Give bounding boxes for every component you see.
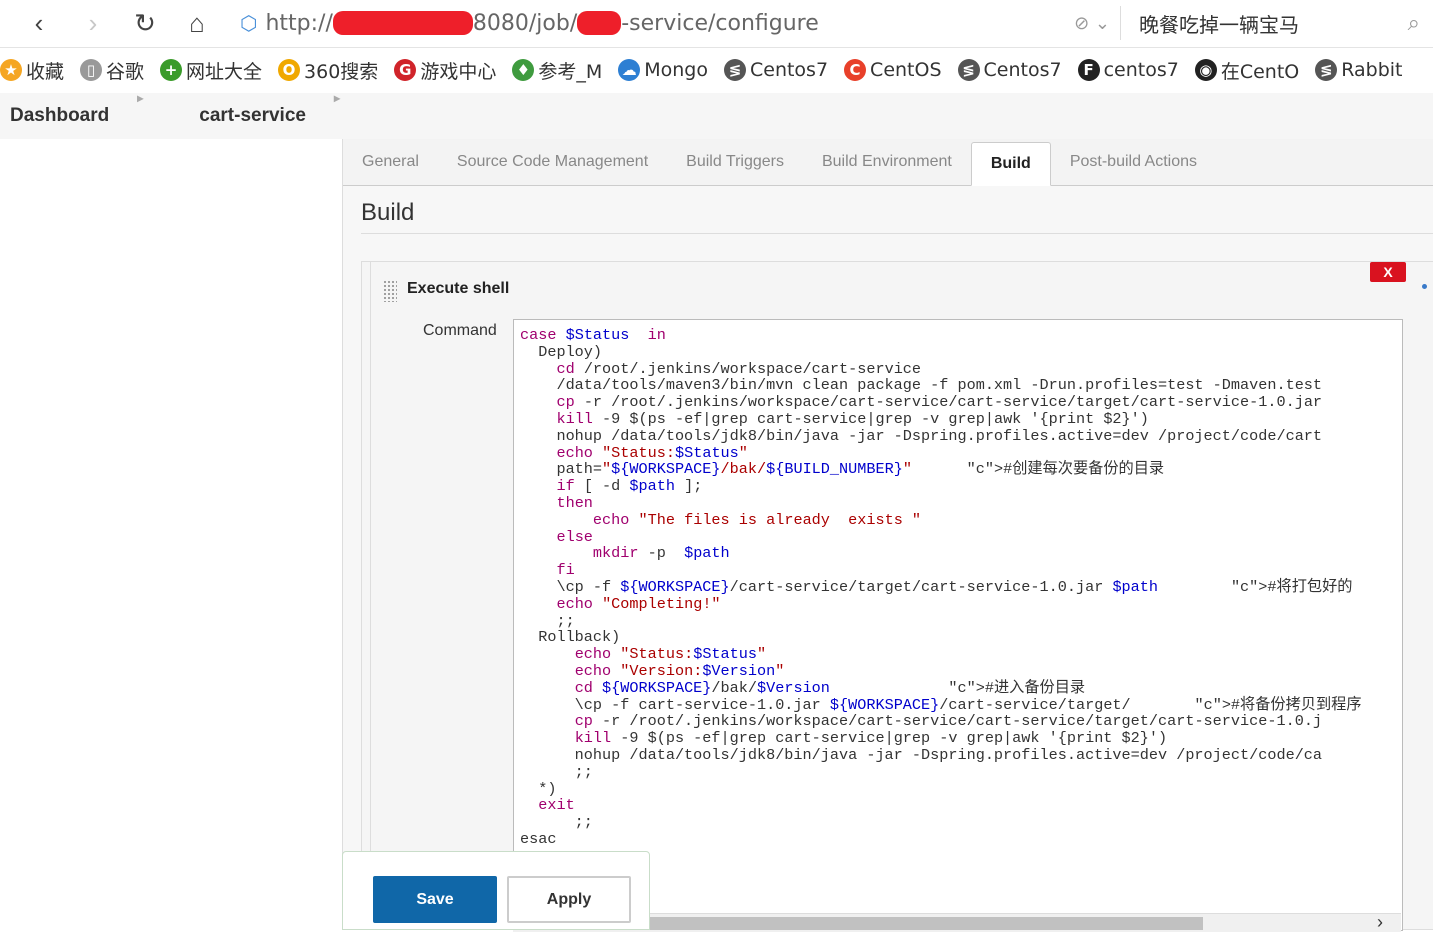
section-title: Build [361,199,415,226]
bookmark-icon: ♦ [512,59,535,81]
bookmark-item[interactable]: ≶ Centos7 [957,59,1062,81]
bookmark-label: 收藏 [26,60,65,83]
config-tabs: General Source Code Management Build Tri… [343,139,1433,186]
form-button-bar: Save Apply [342,851,650,930]
tab-build-triggers[interactable]: Build Triggers [667,139,803,185]
side-panel [0,139,342,928]
bookmark-icon: ≶ [723,59,746,81]
section-divider [361,233,1433,234]
breadcrumb: Dashboard ▸ cart-service ▸ [0,91,1433,139]
redaction-mark [577,11,622,35]
bookmark-item[interactable]: ◉ 在CentO [1194,57,1300,84]
search-icon[interactable]: ⌕ [1408,11,1420,36]
save-button[interactable]: Save [373,876,497,923]
breadcrumb-dashboard[interactable]: Dashboard [0,105,109,127]
bookmark-item[interactable]: ≶ Rabbit [1315,59,1403,81]
bookmark-label: Centos7 [983,59,1062,81]
bookmark-icon: G [394,59,417,81]
bookmark-label: 参考_M [538,60,603,83]
command-label: Command [423,322,497,339]
bookmark-item[interactable]: + 网址大全 [160,57,262,84]
bookmark-label: 游戏中心 [420,60,497,83]
bookmark-icon: O [278,59,301,81]
breadcrumb-job[interactable]: cart-service [189,105,306,127]
browser-search-box[interactable]: 晚餐吃掉一辆宝马 ⌕ [1120,6,1420,40]
tab-post-build-actions[interactable]: Post-build Actions [1051,139,1216,185]
forward-icon[interactable]: › [76,6,110,40]
bookmark-label: centos7 [1103,59,1179,81]
bookmark-item[interactable]: O 360搜索 [278,57,378,84]
bookmark-item[interactable]: ▯ 谷歌 [80,57,144,84]
breadcrumb-separator-icon: ▸ [333,91,341,105]
bookmark-item[interactable]: C CentOS [844,59,942,81]
bookmark-icon: + [160,59,183,81]
command-textarea[interactable]: case $Status in Deploy) cd /root/.jenkin… [513,319,1403,931]
bookmarks-bar: ★ 收藏 ▯ 谷歌 + 网址大全 O 360搜索 G 游戏中心 ♦ 参考_M ☁ Mongo ≶ Centos… [0,47,1433,94]
config-panel: General Source Code Management Build Tri… [342,139,1433,932]
bookmark-icon: ★ [0,59,22,81]
bookmark-item[interactable]: ☁ Mongo [618,59,708,81]
tab-general[interactable]: General [343,139,438,185]
address-bar[interactable]: ⬡ http:// 8080/job/ -service/configure ⊘… [240,6,1110,40]
drag-handle-icon[interactable] [383,280,397,302]
bookmark-icon: ☁ [618,59,641,81]
bookmark-item[interactable]: ≶ Centos7 [723,59,829,81]
bookmark-icon: C [844,59,867,81]
bookmark-icon: F [1077,59,1100,81]
address-prefix: http:// [265,10,333,36]
bookmark-item[interactable]: ♦ 参考_M [512,57,602,84]
back-icon[interactable]: ‹ [22,6,56,40]
bookmark-label: 360搜索 [304,60,379,83]
bookmark-icon: ≶ [957,59,980,81]
step-body: Execute shell X Command case $Status in … [370,262,1433,932]
bookmark-label: Rabbit [1341,59,1403,81]
scroll-right-icon[interactable]: › [1377,912,1383,933]
bookmark-item[interactable]: G 游戏中心 [394,57,496,84]
compat-icon[interactable]: ⊘ ⌄ [1074,13,1110,34]
bookmark-label: 谷歌 [106,60,145,83]
bookmark-label: CentOS [870,59,942,81]
breadcrumb-separator-icon: ▸ [137,91,144,105]
apply-button[interactable]: Apply [507,876,631,923]
bookmark-icon: ◉ [1194,59,1217,81]
delete-step-button[interactable]: X [1370,262,1406,282]
bookmark-icon: ≶ [1315,59,1338,81]
browser-search-text: 晚餐吃掉一辆宝马 [1139,12,1299,37]
command-code[interactable]: case $Status in Deploy) cd /root/.jenkin… [514,320,1402,855]
step-title: Execute shell [407,280,510,297]
address-mid: 8080/job/ [472,10,578,36]
security-icon: ⬡ [240,11,258,35]
bookmark-label: Mongo [644,59,708,81]
tab-source-code-management[interactable]: Source Code Management [438,139,667,185]
bookmark-item[interactable]: Fcentos7 [1077,59,1179,81]
redaction-mark [332,11,473,35]
reload-icon[interactable]: ↻ [128,6,162,40]
tab-build[interactable]: Build [970,142,1051,186]
execute-shell-step: Execute shell X Command case $Status in … [361,261,1433,932]
bookmark-icon: ▯ [80,59,103,81]
bookmark-label: Centos7 [749,59,829,81]
help-icon[interactable] [1422,284,1427,289]
scrollbar-thumb[interactable] [643,917,1203,930]
bookmark-item[interactable]: ★ 收藏 [0,57,64,84]
home-icon[interactable]: ⌂ [180,6,214,40]
browser-toolbar: ‹ › ↻ ⌂ ⬡ http:// 8080/job/ -service/con… [0,0,1433,48]
bookmark-label: 网址大全 [186,60,263,83]
address-suffix: -service/configure [621,10,819,36]
tab-build-environment[interactable]: Build Environment [803,139,971,185]
bookmark-label: 在CentO [1220,60,1300,83]
